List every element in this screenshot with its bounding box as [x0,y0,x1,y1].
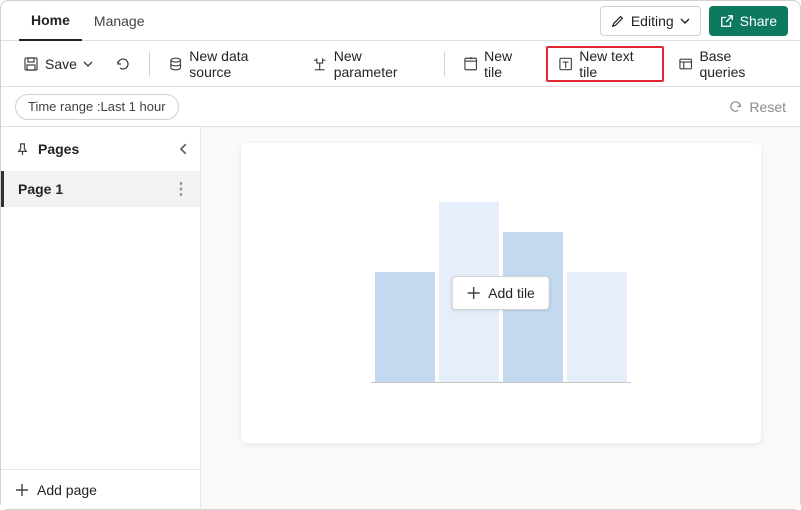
undo-icon [728,99,743,114]
new-data-source-label: New data source [189,48,290,80]
pages-sidebar: Pages Page 1 ⋮ Add page [1,127,201,509]
save-label: Save [45,56,77,72]
page-item-more-button[interactable]: ⋮ [173,179,190,199]
new-text-tile-label: New text tile [579,48,652,80]
new-tile-button[interactable]: New tile [455,48,540,80]
refresh-button[interactable] [107,48,139,80]
new-parameter-button[interactable]: New parameter [304,48,433,80]
share-label: Share [740,13,777,29]
save-button[interactable]: Save [15,48,101,80]
highlighted-action: New text tile [546,46,664,82]
chevron-down-icon [680,16,690,26]
pencil-icon [611,14,625,28]
new-data-source-button[interactable]: New data source [160,48,298,80]
parameter-icon [312,56,327,72]
reset-button[interactable]: Reset [728,99,786,115]
add-page-label: Add page [37,482,97,498]
add-tile-button[interactable]: Add tile [451,276,550,310]
page-item[interactable]: Page 1 ⋮ [1,171,200,207]
sidebar-header: Pages [1,127,200,171]
time-range-value: Last 1 hour [101,99,166,114]
new-tile-label: New tile [484,48,532,80]
divider [149,52,150,76]
time-range-label: Time range : [28,99,101,114]
base-queries-button[interactable]: Base queries [670,48,786,80]
new-parameter-label: New parameter [334,48,426,80]
refresh-icon [115,56,131,72]
database-icon [168,56,183,72]
reset-label: Reset [749,99,786,115]
add-tile-label: Add tile [488,285,535,301]
new-text-tile-button[interactable]: New text tile [550,48,660,80]
sidebar-title: Pages [38,141,79,157]
toolbar: Save New data source New parameter New t… [1,41,800,87]
chevron-down-icon [83,59,93,69]
add-page-button[interactable]: Add page [1,469,200,509]
filter-bar: Time range : Last 1 hour Reset [1,87,800,127]
time-range-pill[interactable]: Time range : Last 1 hour [15,94,179,120]
chart-bar [375,272,435,382]
pin-icon [15,142,30,157]
share-button[interactable]: Share [709,6,788,36]
divider [444,52,445,76]
chart-bar [567,272,627,382]
text-tile-icon [558,56,573,72]
chevron-left-icon [178,143,190,155]
top-tab-bar: Home Manage Editing Share [1,1,800,41]
share-icon [720,14,734,28]
editing-mode-button[interactable]: Editing [600,6,701,36]
plus-icon [466,286,480,300]
tab-manage[interactable]: Manage [82,1,157,41]
tab-home[interactable]: Home [19,1,82,41]
editing-label: Editing [631,13,674,29]
main-body: Pages Page 1 ⋮ Add page Add tile [1,127,800,509]
base-queries-label: Base queries [699,48,778,80]
page-item-label: Page 1 [18,181,63,197]
sidebar-collapse-button[interactable] [178,143,190,155]
canvas: Add tile [201,127,800,509]
plus-icon [15,483,29,497]
tile-icon [463,56,478,72]
empty-tile-placeholder: Add tile [241,143,761,443]
save-icon [23,56,39,72]
base-queries-icon [678,56,693,72]
